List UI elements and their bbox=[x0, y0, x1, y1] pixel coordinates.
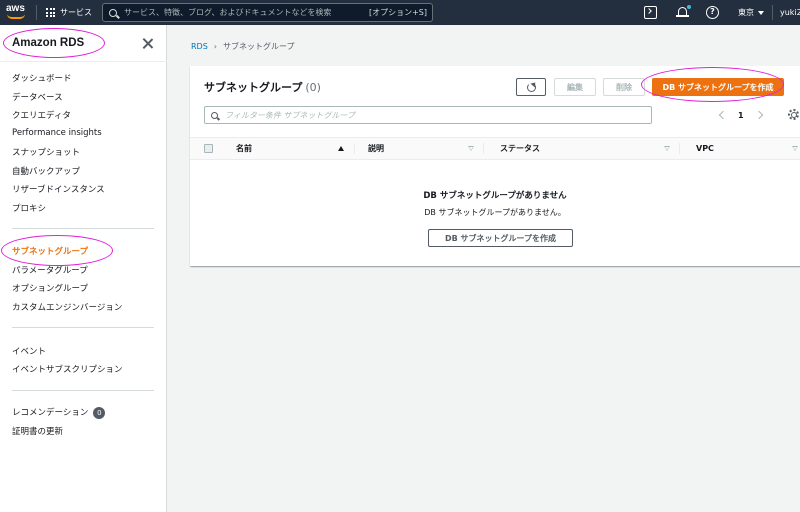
sidebar-item-query-editor[interactable]: クエリエディタ bbox=[12, 109, 71, 121]
sort-icon[interactable] bbox=[792, 146, 798, 151]
nav-divider bbox=[772, 5, 773, 20]
page-title: サブネットグループ (0) bbox=[204, 81, 321, 94]
sidebar-item-custom-engine-versions[interactable]: カスタムエンジンバージョン bbox=[12, 301, 122, 313]
region-selector[interactable]: 東京 bbox=[738, 0, 764, 25]
breadcrumb-rds-link[interactable]: RDS bbox=[191, 42, 208, 51]
sidebar-item-proxies[interactable]: プロキシ bbox=[12, 202, 46, 214]
count-badge: 0 bbox=[93, 406, 106, 419]
filter-box[interactable] bbox=[204, 106, 652, 124]
sidebar-divider bbox=[12, 228, 154, 229]
empty-create-subnet-group-button[interactable]: DB サブネットグループを作成 bbox=[428, 229, 573, 247]
column-header-status[interactable]: ステータス bbox=[500, 138, 540, 159]
sidebar-item-dashboard[interactable]: ダッシュボード bbox=[12, 72, 72, 84]
search-shortcut-hint: [オプション+S] bbox=[368, 8, 427, 17]
edit-button[interactable]: 編集 bbox=[554, 78, 596, 96]
services-menu-button[interactable]: サービス bbox=[46, 0, 92, 25]
refresh-button[interactable] bbox=[516, 78, 546, 96]
sidebar-item-snapshots[interactable]: スナップショット bbox=[12, 146, 80, 158]
notification-dot bbox=[687, 5, 691, 9]
empty-state-description: DB サブネットグループがありません。 bbox=[424, 208, 566, 217]
item-count: (0) bbox=[305, 81, 321, 94]
sidebar-divider bbox=[0, 61, 167, 62]
empty-state-title: DB サブネットグループがありません bbox=[423, 191, 567, 201]
sidebar: Amazon RDS ダッシュボード データベース クエリエディタ Perfor… bbox=[0, 25, 167, 512]
current-page[interactable]: 1 bbox=[738, 111, 744, 120]
aws-logo[interactable]: aws bbox=[6, 3, 28, 21]
sidebar-item-recommendations[interactable]: レコメンデーション 0 bbox=[12, 406, 106, 419]
top-navigation: aws サービス [オプション+S] ? 東京 yuki2 bbox=[0, 0, 800, 25]
close-icon[interactable] bbox=[142, 38, 153, 49]
global-search[interactable]: [オプション+S] bbox=[102, 3, 433, 22]
chevron-left-icon[interactable] bbox=[718, 110, 728, 120]
column-header-name[interactable]: 名前 bbox=[236, 138, 252, 159]
sidebar-title[interactable]: Amazon RDS bbox=[12, 37, 84, 49]
sidebar-item-events[interactable]: イベント bbox=[12, 345, 46, 357]
chevron-right-icon[interactable] bbox=[754, 110, 763, 120]
column-divider bbox=[679, 143, 680, 154]
sidebar-item-certificate-update[interactable]: 証明書の更新 bbox=[12, 425, 63, 437]
breadcrumb-current: サブネットグループ bbox=[223, 42, 295, 51]
breadcrumb: RDS › サブネットグループ bbox=[191, 41, 295, 52]
pagination: 1 bbox=[718, 107, 763, 123]
filter-input[interactable] bbox=[225, 110, 651, 120]
services-label: サービス bbox=[60, 8, 92, 17]
cloudshell-icon[interactable] bbox=[644, 6, 657, 19]
nav-divider bbox=[36, 5, 37, 20]
refresh-icon bbox=[526, 82, 536, 92]
column-divider bbox=[354, 143, 355, 154]
notifications-bell-icon[interactable] bbox=[676, 5, 691, 19]
aws-smile-icon bbox=[7, 14, 25, 19]
global-search-input[interactable] bbox=[124, 8, 369, 17]
sort-icon[interactable] bbox=[664, 146, 670, 151]
sidebar-divider bbox=[12, 327, 154, 328]
caret-down-icon bbox=[758, 10, 764, 15]
search-icon bbox=[109, 8, 117, 17]
help-icon[interactable]: ? bbox=[706, 6, 719, 19]
sort-ascending-icon[interactable] bbox=[338, 146, 344, 151]
sidebar-item-performance-insights[interactable]: Performance insights bbox=[12, 128, 102, 138]
sidebar-item-option-groups[interactable]: オプショングループ bbox=[12, 282, 88, 294]
delete-button[interactable]: 削除 bbox=[603, 78, 645, 96]
sidebar-item-automated-backups[interactable]: 自動バックアップ bbox=[12, 165, 80, 177]
sidebar-item-reserved-instances[interactable]: リザーブドインスタンス bbox=[12, 183, 105, 195]
sidebar-item-event-subscriptions[interactable]: イベントサブスクリプション bbox=[12, 363, 123, 375]
sidebar-item-subnet-groups[interactable]: サブネットグループ bbox=[12, 245, 88, 257]
sidebar-item-parameter-groups[interactable]: パラメータグループ bbox=[12, 264, 88, 276]
sidebar-divider bbox=[12, 390, 154, 391]
chevron-right-icon: › bbox=[213, 42, 217, 51]
sort-icon[interactable] bbox=[468, 146, 474, 151]
search-icon bbox=[211, 111, 218, 119]
table-header: 名前 説明 ステータス VPC bbox=[190, 137, 800, 160]
column-header-description[interactable]: 説明 bbox=[368, 138, 384, 159]
sidebar-item-label: レコメンデーション bbox=[12, 408, 89, 418]
region-label: 東京 bbox=[738, 8, 754, 17]
column-header-vpc[interactable]: VPC bbox=[696, 138, 714, 159]
column-divider bbox=[483, 143, 484, 154]
subnet-groups-panel: サブネットグループ(0) 編集 削除 DB サブネットグループを作成 1 名前 … bbox=[190, 66, 800, 266]
sidebar-item-databases[interactable]: データベース bbox=[12, 91, 63, 103]
account-menu[interactable]: yuki2 bbox=[780, 0, 800, 25]
gear-icon[interactable] bbox=[788, 109, 799, 120]
aws-logo-text: aws bbox=[6, 3, 25, 14]
grid-icon bbox=[46, 8, 55, 17]
create-subnet-group-button[interactable]: DB サブネットグループを作成 bbox=[652, 78, 784, 96]
select-all-checkbox[interactable] bbox=[204, 144, 213, 153]
